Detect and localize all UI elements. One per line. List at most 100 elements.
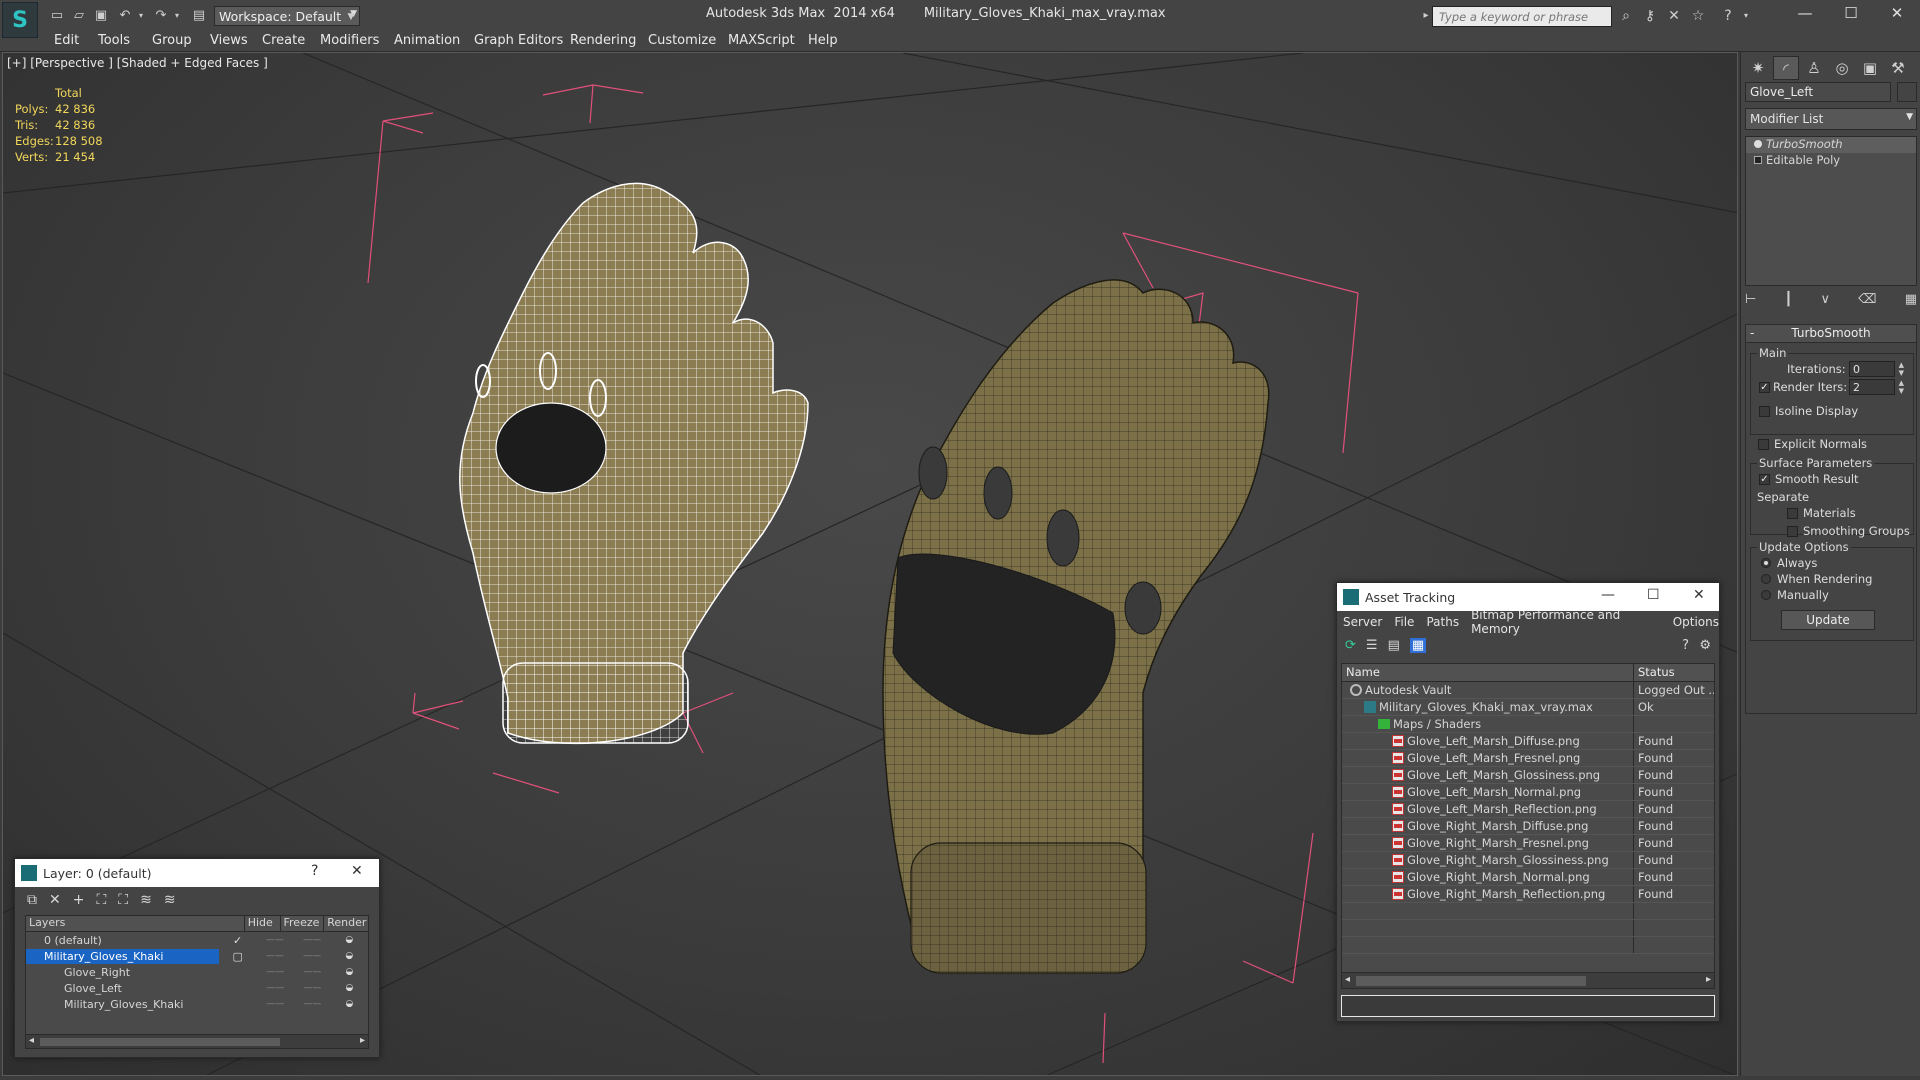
- current-layer-check-icon[interactable]: ✓: [219, 934, 256, 947]
- scroll-right-icon[interactable]: ▸: [360, 1035, 365, 1046]
- render-teapot-icon[interactable]: ◒: [331, 999, 368, 1009]
- hide-toggle[interactable]: ——: [257, 983, 294, 993]
- remove-modifier-icon[interactable]: ⌫: [1858, 292, 1876, 314]
- column-header[interactable]: Layers: [26, 916, 245, 931]
- asset-row[interactable]: Military_Gloves_Khaki_max_vray.max Ok: [1342, 699, 1714, 716]
- asset-row[interactable]: [1342, 920, 1714, 937]
- viewport-label[interactable]: [+] [Perspective ] [Shaded + Edged Faces…: [7, 56, 268, 70]
- modify-tab-icon[interactable]: ◜: [1773, 56, 1799, 80]
- create-tab-icon[interactable]: ✷: [1745, 56, 1771, 80]
- menu-graph-editors[interactable]: Graph Editors: [474, 33, 563, 48]
- asset-name-cell[interactable]: Glove_Right_Marsh_Normal.png: [1342, 869, 1634, 885]
- stack-item-turbosmooth[interactable]: TurboSmooth: [1746, 137, 1916, 153]
- help-icon[interactable]: ?: [311, 863, 318, 879]
- select-objects-icon[interactable]: ⛶: [96, 892, 106, 908]
- asset-row[interactable]: Glove_Right_Marsh_Reflection.png Found: [1342, 886, 1714, 903]
- asset-name-cell[interactable]: Glove_Right_Marsh_Glossiness.png: [1342, 852, 1634, 868]
- menu-create[interactable]: Create: [262, 33, 305, 48]
- scroll-left-icon[interactable]: ◂: [1345, 974, 1350, 985]
- search-input[interactable]: Type a keyword or phrase: [1432, 6, 1612, 27]
- modifier-list-dropdown[interactable]: Modifier List ▼: [1745, 108, 1917, 130]
- smooth-result-checkbox[interactable]: ✓: [1759, 474, 1770, 485]
- asset-row[interactable]: [1342, 903, 1714, 920]
- spinner-arrows-icon[interactable]: ▲ ▼: [1899, 361, 1904, 377]
- object-color-swatch[interactable]: [1897, 82, 1917, 102]
- hide-toggle[interactable]: ——: [256, 951, 293, 961]
- menu-rendering[interactable]: Rendering: [570, 33, 636, 48]
- refresh-icon[interactable]: ⟳: [1345, 638, 1356, 653]
- spinner-arrows-icon[interactable]: ▲ ▼: [1899, 379, 1904, 395]
- asset-menu-paths[interactable]: Paths: [1426, 615, 1459, 629]
- menu-help[interactable]: Help: [808, 33, 838, 48]
- asset-name-cell[interactable]: Glove_Left_Marsh_Fresnel.png: [1342, 750, 1634, 766]
- binoculars-icon[interactable]: ⌕: [1616, 6, 1636, 26]
- list-view-icon[interactable]: ☰: [1366, 638, 1378, 653]
- asset-row[interactable]: Glove_Left_Marsh_Reflection.png Found: [1342, 801, 1714, 818]
- menu-customize[interactable]: Customize: [648, 33, 716, 48]
- maximize-icon[interactable]: ☐: [1647, 587, 1660, 603]
- asset-window-titlebar[interactable]: Asset Tracking — ☐ ✕: [1337, 583, 1719, 611]
- menu-modifiers[interactable]: Modifiers: [320, 33, 379, 48]
- redo-dropdown-icon[interactable]: ▾: [168, 7, 186, 25]
- column-header[interactable]: Status: [1634, 664, 1675, 681]
- scroll-left-icon[interactable]: ◂: [29, 1035, 34, 1046]
- configure-sets-icon[interactable]: ▦: [1905, 292, 1917, 314]
- layer-row[interactable]: Military_Gloves_Khaki ▢ —— —— ◒: [26, 948, 368, 964]
- lightbulb-icon[interactable]: [1754, 140, 1762, 148]
- new-file-icon[interactable]: ▭: [48, 7, 66, 25]
- asset-row[interactable]: Glove_Left_Marsh_Diffuse.png Found: [1342, 733, 1714, 750]
- minimize-button[interactable]: —: [1782, 0, 1828, 26]
- smoothing-groups-checkbox[interactable]: [1787, 526, 1798, 537]
- render-iters-checkbox[interactable]: ✓: [1759, 382, 1770, 393]
- asset-name-cell[interactable]: [1342, 920, 1634, 936]
- column-header[interactable]: Freeze: [281, 916, 325, 931]
- pin-stack-icon[interactable]: ⊢: [1745, 292, 1756, 314]
- menu-tools[interactable]: Tools: [98, 33, 130, 48]
- layer-name[interactable]: 0 (default): [26, 933, 219, 948]
- asset-name-cell[interactable]: Glove_Left_Marsh_Glossiness.png: [1342, 767, 1634, 783]
- menu-group[interactable]: Group: [152, 33, 192, 48]
- delete-layer-icon[interactable]: ✕: [49, 892, 61, 908]
- asset-name-cell[interactable]: Glove_Right_Marsh_Reflection.png: [1342, 886, 1634, 902]
- favorites-star-icon[interactable]: ☆: [1688, 6, 1708, 26]
- help-options-icon[interactable]: ⚙: [1699, 638, 1711, 653]
- current-layer-box-icon[interactable]: ▢: [219, 950, 256, 963]
- manually-radio[interactable]: [1761, 590, 1771, 600]
- rollout-header[interactable]: - TurboSmooth: [1746, 325, 1916, 343]
- undo-dropdown-icon[interactable]: ▾: [132, 7, 150, 25]
- layer-row[interactable]: Glove_Left —— —— ◒: [26, 980, 368, 996]
- make-unique-icon[interactable]: ∨: [1820, 292, 1830, 314]
- display-tab-icon[interactable]: ▣: [1857, 56, 1883, 80]
- when-rendering-radio[interactable]: [1761, 574, 1771, 584]
- object-name[interactable]: Glove_Left: [26, 981, 220, 996]
- asset-row[interactable]: Glove_Left_Marsh_Normal.png Found: [1342, 784, 1714, 801]
- object-name[interactable]: Military_Gloves_Khaki: [26, 997, 220, 1012]
- maximize-button[interactable]: ☐: [1828, 0, 1874, 26]
- scroll-right-icon[interactable]: ▸: [1706, 974, 1711, 985]
- freeze-toggle[interactable]: ——: [294, 967, 331, 977]
- layer-row[interactable]: Military_Gloves_Khaki —— —— ◒: [26, 996, 368, 1012]
- always-radio[interactable]: [1761, 558, 1771, 568]
- asset-menu-server[interactable]: Server: [1343, 615, 1382, 629]
- help-icon[interactable]: ?: [1682, 638, 1689, 653]
- freeze-toggle[interactable]: ——: [294, 951, 331, 961]
- asset-row[interactable]: Maps / Shaders: [1342, 716, 1714, 733]
- asset-name-cell[interactable]: Glove_Left_Marsh_Normal.png: [1342, 784, 1634, 800]
- workspace-menu-icon[interactable]: ▼: [342, 8, 360, 26]
- column-header[interactable]: Render: [324, 916, 368, 931]
- freeze-toggle[interactable]: ——: [294, 935, 331, 945]
- utilities-tab-icon[interactable]: ⚒: [1885, 56, 1911, 80]
- asset-name-cell[interactable]: Glove_Left_Marsh_Diffuse.png: [1342, 733, 1634, 749]
- asset-name-cell[interactable]: [1342, 903, 1634, 919]
- render-teapot-icon[interactable]: ◒: [331, 951, 368, 961]
- asset-name-cell[interactable]: Maps / Shaders: [1342, 716, 1634, 732]
- hide-all-icon[interactable]: ≋: [140, 892, 152, 908]
- close-icon[interactable]: ✕: [351, 863, 363, 879]
- layer-row[interactable]: Glove_Right —— —— ◒: [26, 964, 368, 980]
- asset-name-cell[interactable]: Glove_Left_Marsh_Reflection.png: [1342, 801, 1634, 817]
- hierarchy-tab-icon[interactable]: ♙: [1801, 56, 1827, 80]
- update-button[interactable]: Update: [1781, 610, 1875, 630]
- render-iters-spinner[interactable]: 2 ▲ ▼: [1849, 379, 1904, 395]
- column-header[interactable]: Hide: [245, 916, 281, 931]
- close-icon[interactable]: ✕: [1693, 587, 1705, 603]
